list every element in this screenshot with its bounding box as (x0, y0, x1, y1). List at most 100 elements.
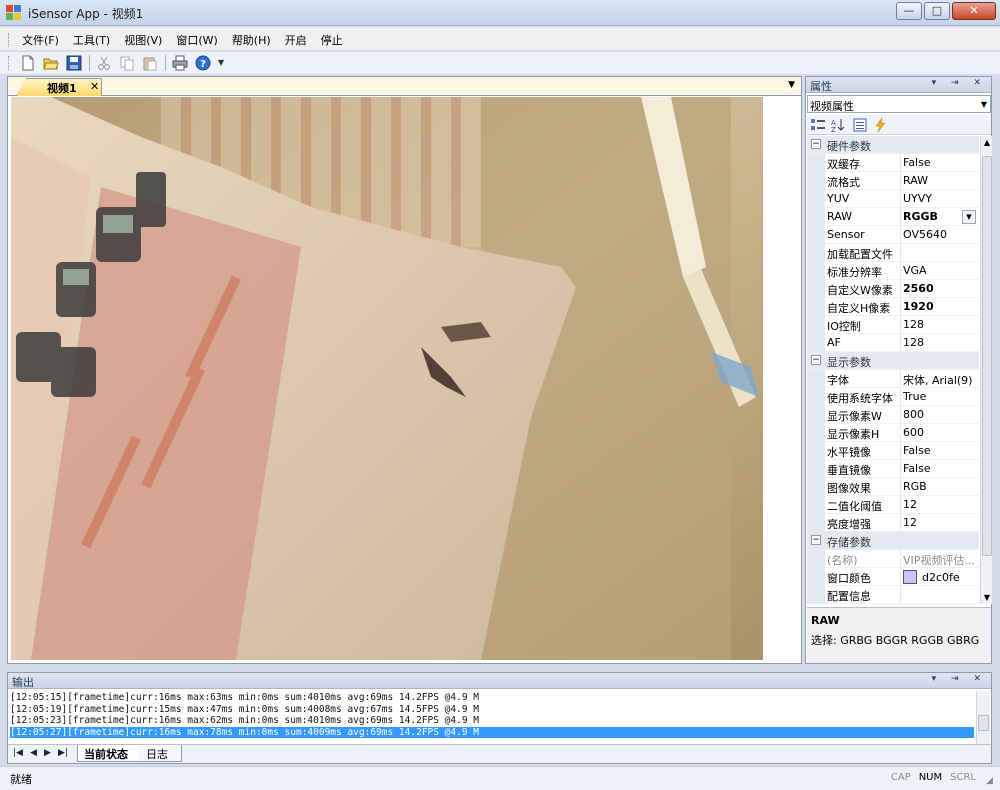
menu-window[interactable]: 窗口(W) (176, 32, 217, 48)
log-line[interactable]: [12:05:19][frametime]curr:15ms max:47ms … (10, 704, 974, 716)
raw-dropdown-icon[interactable]: ▼ (962, 210, 976, 224)
menu-tools[interactable]: 工具(T) (73, 32, 110, 48)
property-row[interactable]: 显示像素H 600 (807, 424, 979, 442)
output-scrollbar[interactable] (976, 691, 990, 744)
log-line-selected[interactable]: [12:05:27][frametime]curr:16ms max:78ms … (10, 726, 974, 739)
output-tab-strip: |◀ ◀ ▶ ▶| 当前状态 日志 (8, 744, 991, 763)
category-display[interactable]: − 显示参数 (807, 352, 979, 370)
menu-stop[interactable]: 停止 (321, 32, 343, 48)
color-swatch[interactable] (903, 570, 917, 584)
property-row[interactable]: 自定义H像素 1920 (807, 298, 979, 316)
tab-log[interactable]: 日志 (138, 745, 182, 762)
close-button[interactable]: ✕ (952, 2, 996, 20)
events-lightning-icon[interactable] (873, 117, 888, 133)
collapse-icon[interactable]: − (811, 139, 821, 149)
object-selector-value: 视频属性 (810, 100, 854, 113)
prev-tab-icon[interactable]: ◀ (30, 748, 37, 758)
menu-file[interactable]: 文件(F) (22, 32, 59, 48)
output-panel: 输出 ▾ ⇥ ✕ [12:05:15][frametime]curr:16ms … (7, 672, 992, 764)
menu-grip[interactable] (8, 33, 11, 47)
property-row[interactable]: 水平镜像 False (807, 442, 979, 460)
property-row[interactable]: AF 128 (807, 334, 979, 352)
property-row[interactable]: YUV UYVY (807, 190, 979, 208)
caps-lock-indicator: CAP (890, 772, 911, 783)
property-row[interactable]: 流格式 RAW (807, 172, 979, 190)
property-row[interactable]: 图像效果 RGB (807, 478, 979, 496)
log-line[interactable]: [12:05:23][frametime]curr:16ms max:62ms … (10, 715, 974, 727)
property-row-raw[interactable]: RAW RGGB ▼ (807, 208, 979, 226)
description-text: 选择: GRBG BGGR RGGB GBRG (811, 634, 980, 647)
minimize-button[interactable]: — (896, 2, 922, 20)
next-tab-icon[interactable]: ▶ (44, 748, 51, 758)
title-bar[interactable]: iSensor App - 视频1 — □ ✕ (0, 0, 1000, 26)
last-tab-icon[interactable]: ▶| (58, 748, 68, 758)
categorized-icon[interactable] (811, 118, 826, 132)
property-row[interactable]: IO控制 128 (807, 316, 979, 334)
log-line[interactable]: [12:05:15][frametime]curr:16ms max:63ms … (10, 692, 974, 704)
cut-icon[interactable] (96, 55, 112, 71)
property-grid-scrollbar[interactable]: ▲ ▼ (980, 136, 992, 604)
menu-start[interactable]: 开启 (285, 32, 307, 48)
scrollbar-thumb[interactable] (978, 715, 989, 731)
toolbar-grip[interactable] (8, 56, 11, 70)
output-header: 输出 ▾ ⇥ ✕ (8, 673, 991, 689)
category-hardware[interactable]: − 硬件参数 (807, 136, 979, 154)
object-selector[interactable]: 视频属性 ▼ (807, 95, 991, 113)
toolbar-separator (165, 55, 166, 71)
properties-panel: 属性 ▾ ⇥ ✕ 视频属性 ▼ AZ − 硬件参数 双缓存 False 流格式 RA… (805, 76, 992, 664)
maximize-button[interactable]: □ (924, 2, 950, 20)
print-icon[interactable] (172, 55, 188, 71)
toolbar-overflow-icon[interactable]: ▼ (218, 56, 226, 70)
property-row[interactable]: 标准分辨率 VGA (807, 262, 979, 280)
property-row[interactable]: 加载配置文件 (807, 244, 979, 262)
first-tab-icon[interactable]: |◀ (13, 748, 23, 758)
properties-header-buttons[interactable]: ▾ ⇥ ✕ (932, 78, 987, 88)
tab-close-icon[interactable]: ✕ (90, 80, 99, 93)
menu-bar: 文件(F) 工具(T) 视图(V) 窗口(W) 帮助(H) 开启 停止 (0, 27, 1000, 51)
tab-video1[interactable]: 视频1 ✕ (16, 78, 102, 96)
property-row[interactable]: 垂直镜像 False (807, 460, 979, 478)
app-icon[interactable] (6, 5, 22, 21)
tool-bar: ? ▼ (0, 52, 1000, 74)
property-row[interactable]: Sensor OV5640 (807, 226, 979, 244)
menu-view[interactable]: 视图(V) (124, 32, 162, 48)
property-row[interactable]: 配置信息 (807, 586, 979, 604)
property-row-window-color[interactable]: 窗口颜色 d2c0fe (807, 568, 979, 586)
minimize-icon: — (903, 4, 915, 17)
menu-help[interactable]: 帮助(H) (232, 32, 271, 48)
alphabetical-icon[interactable]: AZ (831, 118, 846, 134)
property-row[interactable]: 双缓存 False (807, 154, 979, 172)
collapse-icon[interactable]: − (811, 355, 821, 365)
scroll-down-icon[interactable]: ▼ (981, 593, 993, 602)
svg-text:Z: Z (831, 126, 836, 132)
property-row[interactable]: 二值化阈值 12 (807, 496, 979, 514)
tab-list-dropdown-icon[interactable]: ▼ (788, 80, 795, 90)
properties-header: 属性 ▾ ⇥ ✕ (806, 77, 991, 93)
save-icon[interactable] (66, 55, 82, 71)
paste-icon[interactable] (142, 55, 158, 71)
collapse-icon[interactable]: − (811, 535, 821, 545)
resize-grip-icon[interactable]: ◢ (986, 776, 998, 788)
help-icon[interactable]: ? (195, 55, 211, 71)
properties-toolbar: AZ (807, 115, 991, 135)
camera-frame-image (11, 97, 763, 660)
status-bar: 就绪 CAP NUM SCRL ◢ (0, 766, 1000, 790)
property-pages-icon[interactable] (853, 118, 868, 132)
num-lock-indicator: NUM (918, 772, 943, 783)
property-row[interactable]: 使用系统字体 True (807, 388, 979, 406)
tab-current-status[interactable]: 当前状态 (77, 745, 139, 762)
new-file-icon[interactable] (20, 55, 36, 71)
property-row[interactable]: 亮度增强 12 (807, 514, 979, 532)
property-row[interactable]: 显示像素W 800 (807, 406, 979, 424)
property-row[interactable]: 自定义W像素 2560 (807, 280, 979, 298)
scroll-lock-indicator: SCRL (950, 772, 976, 783)
property-row[interactable]: (名称) VIP视频评估... (807, 550, 979, 568)
copy-icon[interactable] (119, 55, 135, 71)
category-storage[interactable]: − 存储参数 (807, 532, 979, 550)
scroll-up-icon[interactable]: ▲ (981, 138, 993, 147)
output-header-buttons[interactable]: ▾ ⇥ ✕ (932, 674, 987, 684)
scrollbar-thumb[interactable] (982, 156, 992, 556)
property-row[interactable]: 字体 宋体, Arial(9) (807, 370, 979, 388)
open-folder-icon[interactable] (43, 55, 59, 71)
property-grid: − 硬件参数 双缓存 False 流格式 RAW YUV UYVY RAW RGGB ▼ … (807, 136, 979, 604)
